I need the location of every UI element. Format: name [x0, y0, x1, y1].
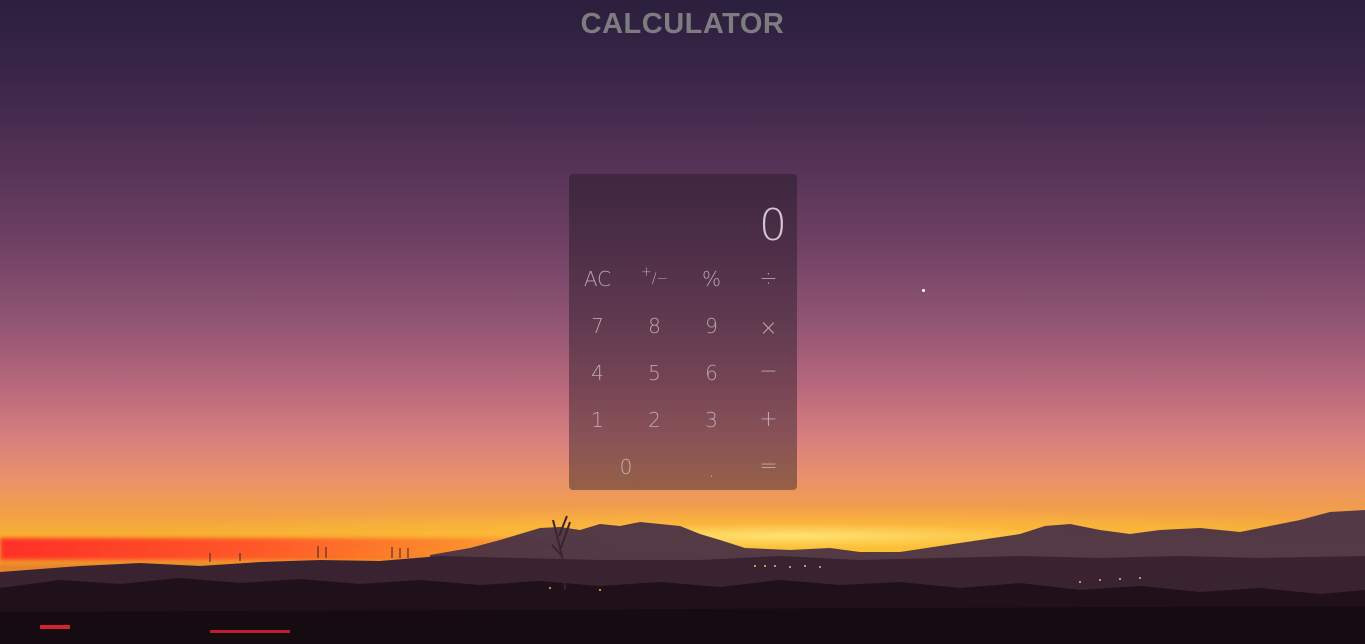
percent-button[interactable]: %: [683, 255, 740, 302]
divide-button[interactable]: ÷: [740, 255, 797, 302]
digit-1-button[interactable]: 1: [569, 396, 626, 443]
sunset-background: CALCULATOR 0 AC +/− % ÷ 7 8 9 × 4 5 6 − …: [0, 0, 1365, 644]
equals-button[interactable]: =: [740, 443, 797, 490]
plus-minus-button[interactable]: +/−: [626, 255, 683, 302]
star: [922, 289, 925, 292]
digit-9-button[interactable]: 9: [683, 302, 740, 349]
crescent-moon-icon: [458, 64, 487, 98]
digit-7-button[interactable]: 7: [569, 302, 626, 349]
digit-4-button[interactable]: 4: [569, 349, 626, 396]
digit-6-button[interactable]: 6: [683, 349, 740, 396]
digit-8-button[interactable]: 8: [626, 302, 683, 349]
decimal-button[interactable]: .: [683, 446, 740, 493]
calculator-panel: 0 AC +/− % ÷ 7 8 9 × 4 5 6 − 1 2 3 + 0 .…: [569, 174, 797, 490]
calculator-display: 0: [759, 200, 787, 251]
page-title: CALCULATOR: [580, 8, 785, 40]
minus-button[interactable]: −: [740, 348, 797, 395]
clear-button[interactable]: AC: [569, 255, 626, 302]
plus-minus-bottom: /−: [651, 270, 669, 287]
digit-5-button[interactable]: 5: [626, 349, 683, 396]
plus-button[interactable]: +: [740, 396, 797, 443]
digit-3-button[interactable]: 3: [683, 396, 740, 443]
plus-minus-top: +: [640, 265, 652, 280]
digit-2-button[interactable]: 2: [626, 396, 683, 443]
multiply-button[interactable]: ×: [740, 305, 797, 352]
digit-0-button[interactable]: 0: [569, 443, 683, 490]
